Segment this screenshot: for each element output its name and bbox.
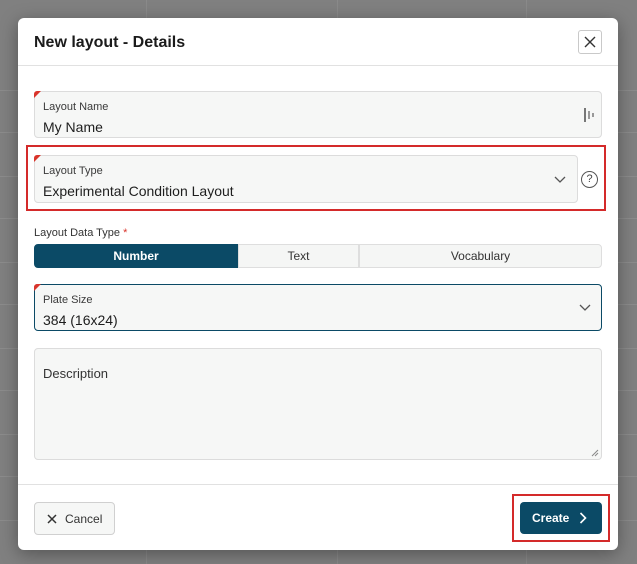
description-textarea[interactable]: Description	[34, 348, 602, 460]
create-label: Create	[532, 511, 570, 525]
layout-name-field[interactable]: Layout Name My Name	[34, 91, 602, 138]
layout-data-type-label: Layout Data Type *	[34, 227, 128, 239]
layout-type-label: Layout Type	[43, 165, 103, 177]
plate-size-label: Plate Size	[43, 294, 93, 306]
text-cursor-icon	[584, 108, 594, 122]
data-type-option-number[interactable]: Number	[34, 244, 238, 268]
layout-name-value[interactable]: My Name	[43, 119, 103, 135]
dialog-header: New layout - Details	[18, 18, 618, 66]
dialog-footer: Cancel Create	[18, 484, 618, 550]
required-indicator	[34, 155, 41, 162]
dialog-title: New layout - Details	[34, 34, 186, 51]
close-icon	[47, 513, 57, 524]
create-button[interactable]: Create	[520, 502, 602, 534]
required-indicator	[34, 284, 41, 291]
cancel-button[interactable]: Cancel	[34, 502, 115, 535]
resize-grip-icon[interactable]	[591, 449, 599, 457]
required-star: *	[123, 227, 128, 239]
close-icon	[584, 36, 596, 48]
chevron-right-icon	[580, 512, 587, 524]
plate-size-select[interactable]: Plate Size 384 (16x24)	[34, 284, 602, 331]
layout-type-select[interactable]: Layout Type Experimental Condition Layou…	[34, 155, 578, 203]
close-button[interactable]	[578, 30, 602, 54]
data-type-option-text[interactable]: Text	[238, 244, 359, 268]
help-icon[interactable]: ?	[581, 171, 598, 188]
new-layout-dialog: New layout - Details Layout Name My Name…	[18, 18, 618, 550]
required-indicator	[34, 91, 41, 98]
data-type-option-vocabulary[interactable]: Vocabulary	[359, 244, 602, 268]
description-placeholder: Description	[43, 366, 109, 381]
layout-type-value: Experimental Condition Layout	[43, 183, 234, 199]
chevron-down-icon	[579, 304, 591, 311]
cancel-label: Cancel	[65, 511, 103, 526]
plate-size-value: 384 (16x24)	[43, 312, 118, 328]
layout-name-label: Layout Name	[43, 101, 109, 113]
chevron-down-icon	[554, 176, 566, 183]
